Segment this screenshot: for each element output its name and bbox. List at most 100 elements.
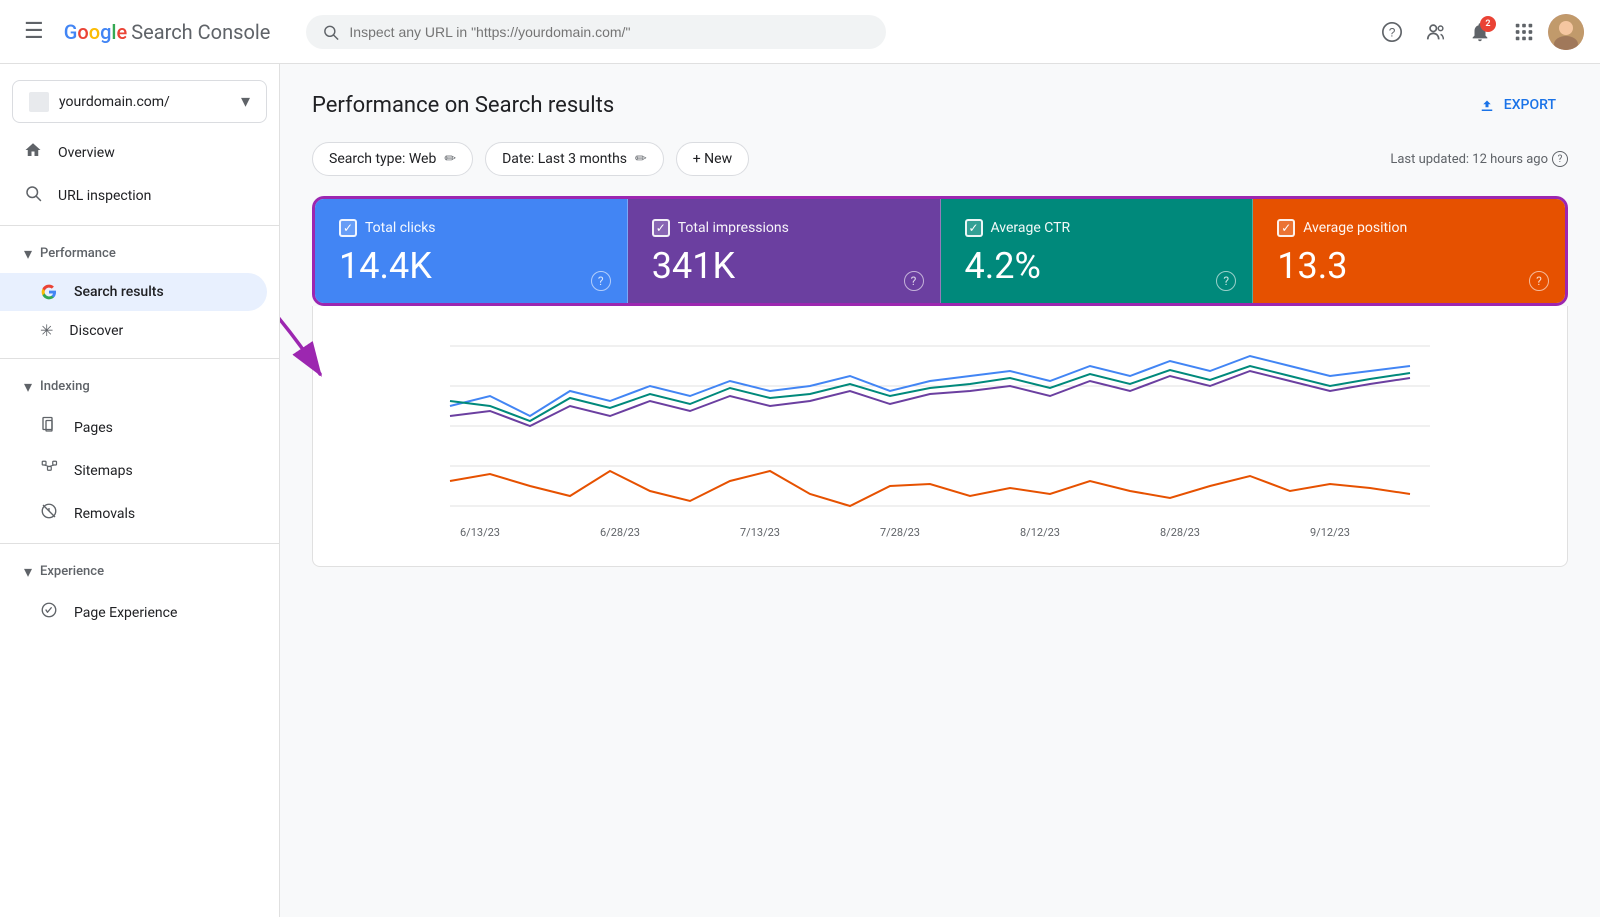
date-edit-icon: ✏ [635,151,647,167]
metric-average-ctr[interactable]: ✓ Average CTR 4.2% ? [941,199,1254,303]
performance-chart: 6/13/23 6/28/23 7/13/23 7/28/23 8/12/23 … [337,326,1543,546]
chart-container: 6/13/23 6/28/23 7/13/23 7/28/23 8/12/23 … [312,306,1568,567]
notifications-button[interactable]: 2 [1460,12,1500,52]
discover-icon: ✳ [40,321,53,340]
average-position-value: 13.3 [1277,245,1541,287]
svg-text:7/28/23: 7/28/23 [880,526,920,539]
svg-text:6/13/23: 6/13/23 [460,526,500,539]
total-clicks-checkbox: ✓ [339,219,357,237]
sidebar-divider-2 [0,358,279,359]
export-button[interactable]: EXPORT [1466,88,1568,122]
menu-icon[interactable]: ☰ [16,11,52,52]
avatar[interactable] [1548,14,1584,50]
svg-text:8/12/23: 8/12/23 [1020,526,1060,539]
new-filter-button[interactable]: + New [676,142,749,176]
pages-label: Pages [74,420,113,436]
experience-section-header[interactable]: ▾ Experience [0,552,279,591]
main-content: Performance on Search results EXPORT Sea… [280,64,1600,917]
new-filter-label: + New [693,151,732,167]
export-label: EXPORT [1504,97,1556,113]
topbar: ☰ Google Search Console ? 2 [0,0,1600,64]
sidebar-item-url-inspection[interactable]: URL inspection [0,174,267,217]
metric-total-impressions[interactable]: ✓ Total impressions 341K ? [628,199,941,303]
sidebar-item-pages[interactable]: Pages [0,406,267,449]
svg-text:?: ? [1389,25,1396,39]
layout: yourdomain.com/ ▾ Overview URL inspectio… [0,64,1600,917]
sidebar-item-page-experience[interactable]: Page Experience [0,591,267,634]
svg-text:8/28/23: 8/28/23 [1160,526,1200,539]
sidebar-item-overview[interactable]: Overview [0,131,267,174]
url-inspection-label: URL inspection [58,188,151,204]
date-label: Date: Last 3 months [502,151,627,167]
experience-label: Experience [40,564,104,579]
help-button[interactable]: ? [1372,12,1412,52]
total-impressions-name: Total impressions [678,220,789,236]
sidebar-divider-1 [0,225,279,226]
sitemaps-icon [40,459,58,482]
average-position-checkbox: ✓ [1277,219,1295,237]
sitemaps-label: Sitemaps [74,463,133,479]
sidebar-item-sitemaps[interactable]: Sitemaps [0,449,267,492]
notification-badge: 2 [1480,16,1496,32]
svg-text:7/13/23: 7/13/23 [740,526,780,539]
domain-selector[interactable]: yourdomain.com/ ▾ [12,80,267,123]
sidebar-item-search-results[interactable]: Search results [0,273,267,311]
metrics-container: ✓ Total clicks 14.4K ? ✓ Total impressio… [312,196,1568,306]
average-ctr-name: Average CTR [991,220,1071,236]
page-experience-icon [40,601,58,624]
users-button[interactable] [1416,12,1456,52]
page-header: Performance on Search results EXPORT [312,88,1568,122]
search-results-label: Search results [74,284,164,300]
total-clicks-value: 14.4K [339,245,603,287]
page-experience-label: Page Experience [74,605,177,621]
performance-section-header[interactable]: ▾ Performance [0,234,279,273]
indexing-label: Indexing [40,379,90,394]
total-clicks-name: Total clicks [365,220,436,236]
pages-icon [40,416,58,439]
export-icon [1478,96,1496,114]
last-updated-text: Last updated: 12 hours ago ? [1390,151,1568,167]
metric-total-clicks[interactable]: ✓ Total clicks 14.4K ? [315,199,628,303]
last-updated-help-icon[interactable]: ? [1552,151,1568,167]
apps-button[interactable] [1504,12,1544,52]
date-filter[interactable]: Date: Last 3 months ✏ [485,142,664,176]
total-impressions-checkbox: ✓ [652,219,670,237]
sidebar-item-removals[interactable]: Removals [0,492,267,535]
page-title: Performance on Search results [312,93,614,118]
search-type-label: Search type: Web [329,151,436,167]
search-nav-icon [24,184,42,207]
app-logo: Google Search Console [64,20,271,44]
domain-chevron-icon: ▾ [241,91,250,112]
removals-icon [40,502,58,525]
search-type-edit-icon: ✏ [444,151,456,167]
total-clicks-help-icon[interactable]: ? [591,271,611,291]
performance-chevron-icon: ▾ [24,244,32,263]
filter-bar: Search type: Web ✏ Date: Last 3 months ✏… [312,142,1568,176]
average-ctr-help-icon[interactable]: ? [1216,271,1236,291]
indexing-section-header[interactable]: ▾ Indexing [0,367,279,406]
arrow-overlay [280,64,330,204]
svg-text:9/12/23: 9/12/23 [1310,526,1350,539]
average-position-name: Average position [1303,220,1407,236]
total-impressions-help-icon[interactable]: ? [904,271,924,291]
search-bar[interactable] [306,15,886,49]
search-icon [322,23,339,41]
removals-label: Removals [74,506,135,522]
topbar-icons: ? 2 [1372,12,1584,52]
average-position-help-icon[interactable]: ? [1529,271,1549,291]
performance-label: Performance [40,246,116,261]
experience-chevron-icon: ▾ [24,562,32,581]
indexing-chevron-icon: ▾ [24,377,32,396]
sidebar: yourdomain.com/ ▾ Overview URL inspectio… [0,64,280,917]
sidebar-divider-3 [0,543,279,544]
domain-icon [29,92,49,112]
overview-label: Overview [58,145,115,161]
metric-average-position[interactable]: ✓ Average position 13.3 ? [1253,199,1565,303]
total-impressions-value: 341K [652,245,916,287]
sidebar-item-discover[interactable]: ✳ Discover [0,311,267,350]
home-icon [24,141,42,164]
search-type-filter[interactable]: Search type: Web ✏ [312,142,473,176]
url-search-input[interactable] [349,24,870,40]
average-ctr-value: 4.2% [965,245,1229,287]
svg-text:6/28/23: 6/28/23 [600,526,640,539]
